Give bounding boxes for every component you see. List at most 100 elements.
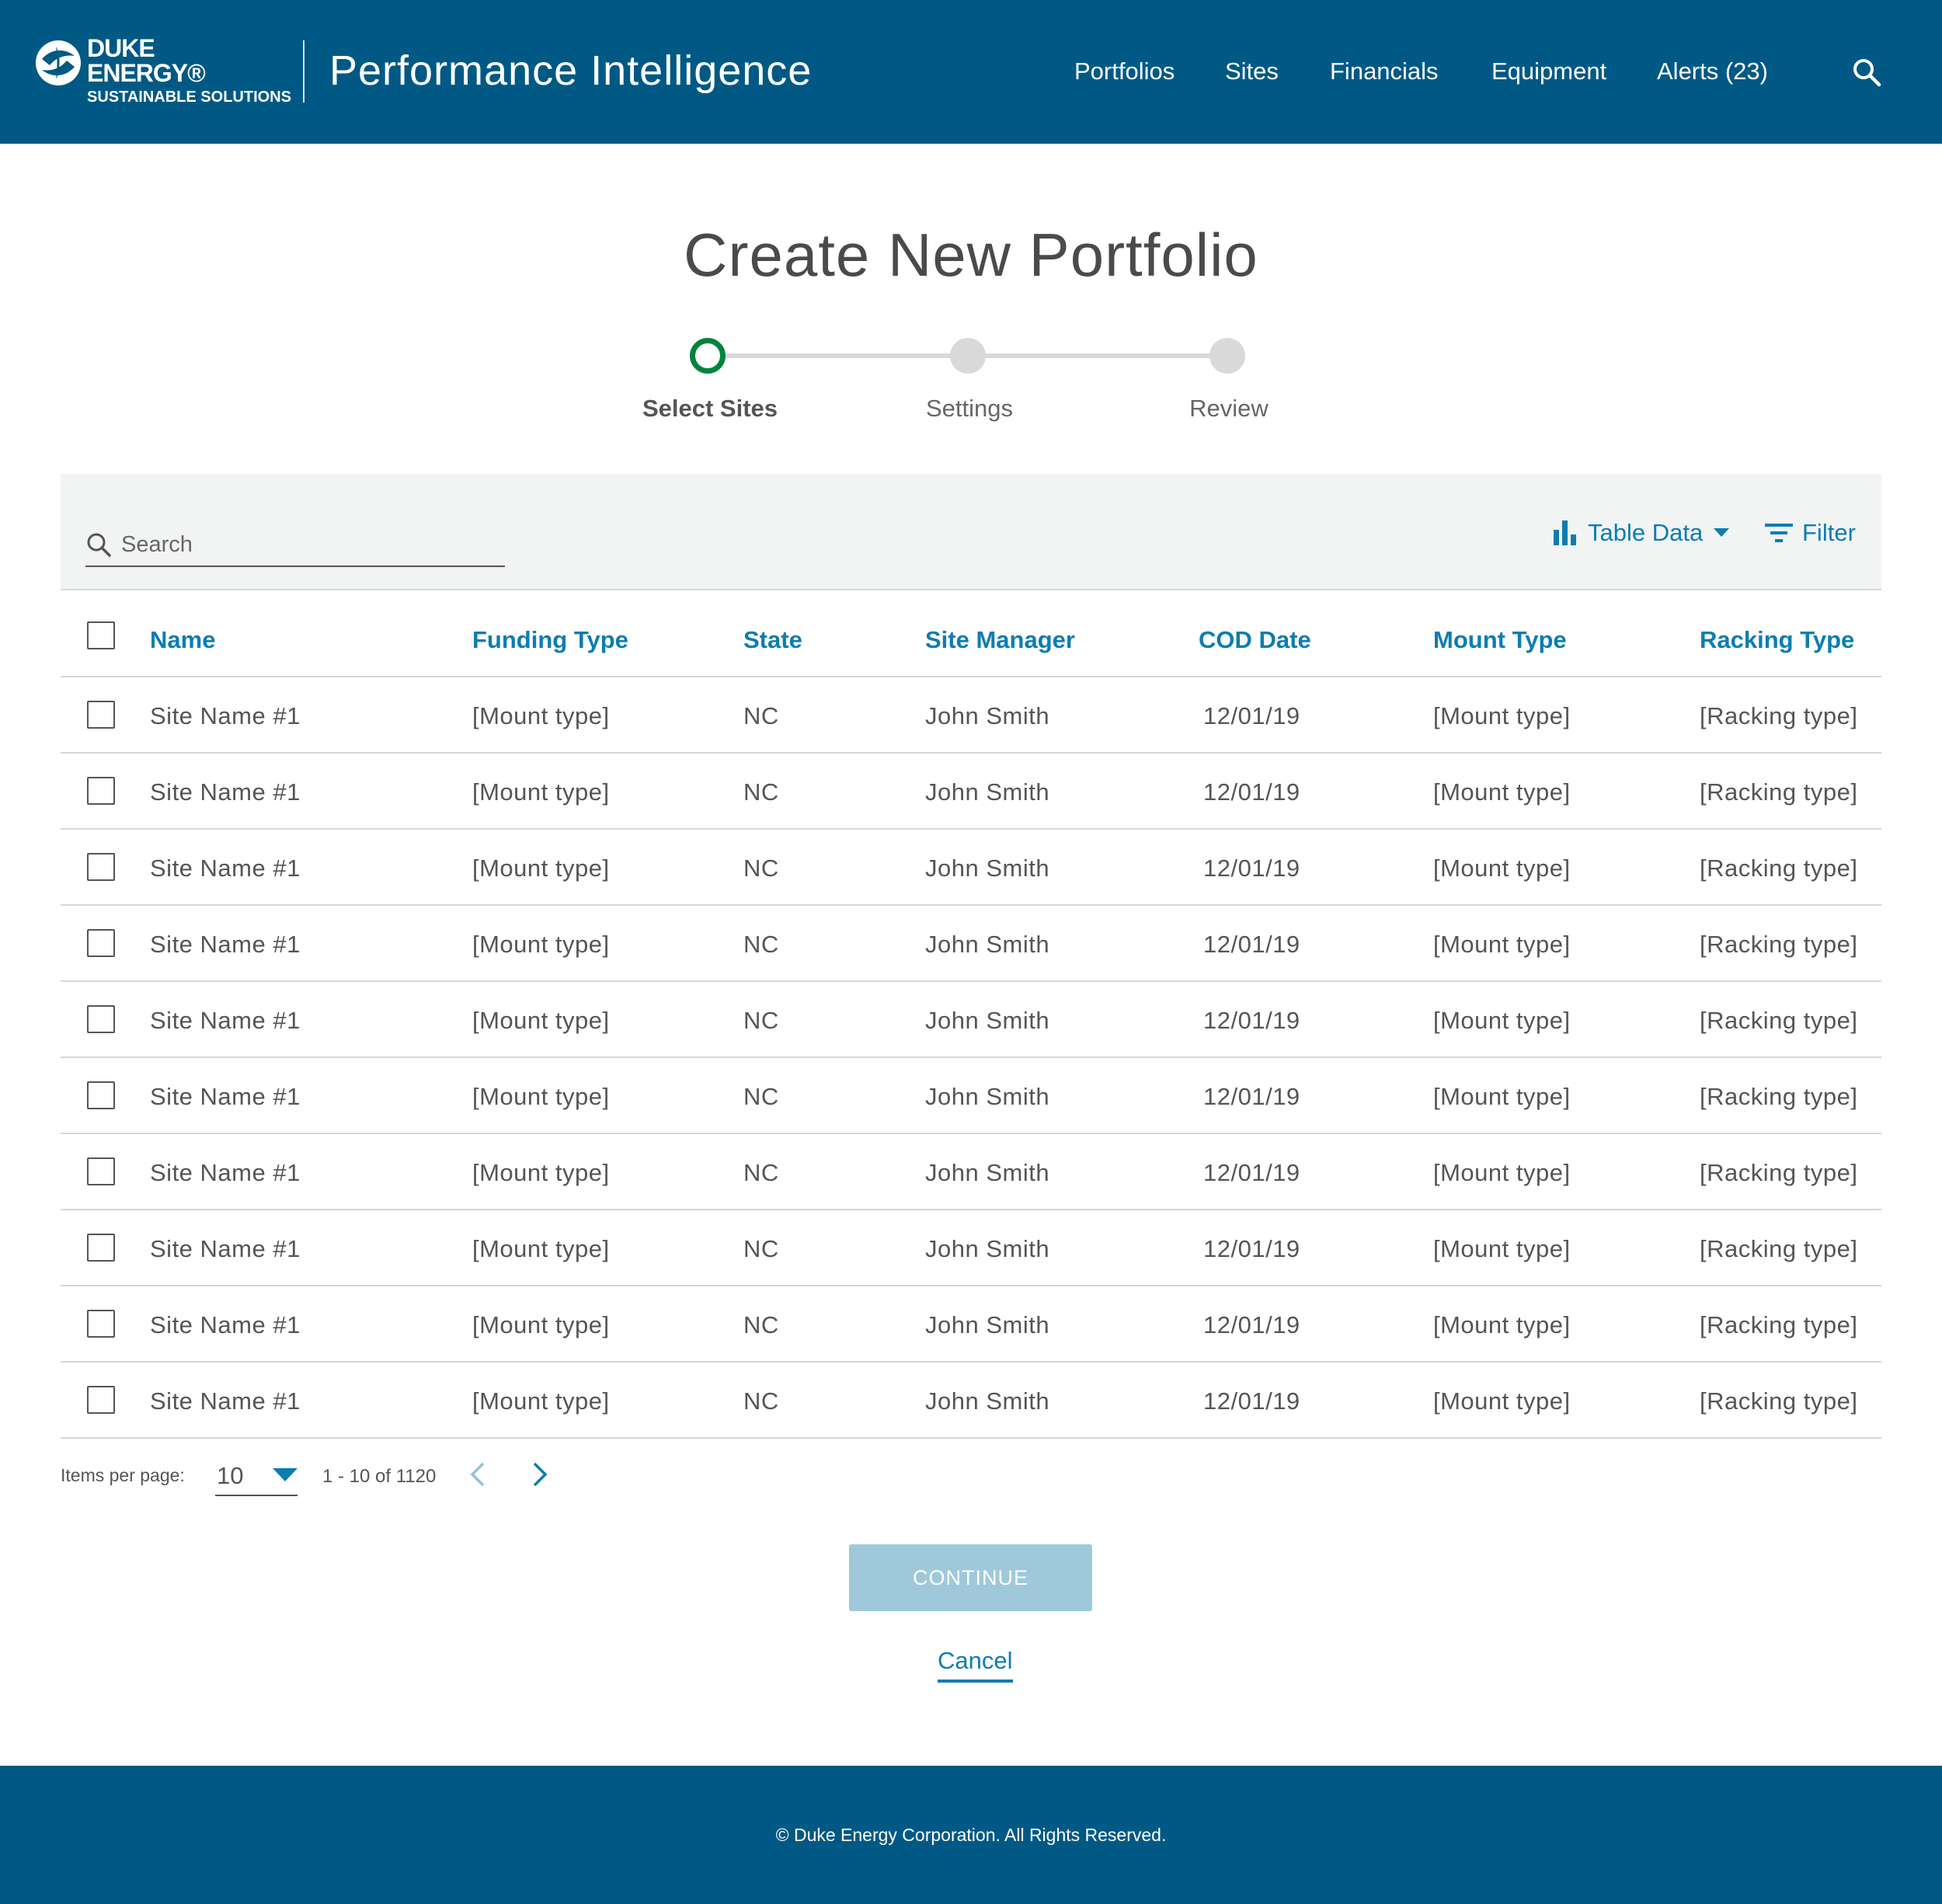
items-per-page-label: Items per page: bbox=[61, 1465, 185, 1485]
column-header-mount-type[interactable]: Mount Type bbox=[1433, 625, 1567, 656]
nav-equipment[interactable]: Equipment bbox=[1491, 56, 1606, 87]
nav-sites[interactable]: Sites bbox=[1225, 56, 1279, 87]
row-checkbox[interactable] bbox=[87, 1157, 115, 1185]
cell-racking-type: [Racking type] bbox=[1700, 1387, 1858, 1415]
table-row[interactable]: Site Name #1 [Mount type] NC John Smith 12/0… bbox=[61, 1363, 1881, 1439]
cell-name: Site Name #1 bbox=[150, 1311, 301, 1338]
duke-energy-logo-mark-icon bbox=[36, 40, 81, 85]
table-row[interactable]: Site Name #1 [Mount type] NC John Smith 12/0… bbox=[61, 677, 1881, 754]
row-checkbox[interactable] bbox=[87, 701, 115, 729]
row-checkbox[interactable] bbox=[87, 1234, 115, 1262]
cell-mount-type: [Mount type] bbox=[1433, 1007, 1571, 1034]
caret-down-icon bbox=[273, 1468, 298, 1481]
cell-site-manager: John Smith bbox=[925, 778, 1050, 806]
cell-racking-type: [Racking type] bbox=[1700, 1159, 1858, 1186]
cell-state: NC bbox=[743, 1235, 779, 1262]
row-checkbox[interactable] bbox=[87, 1386, 115, 1414]
search-icon[interactable] bbox=[1852, 57, 1881, 87]
duke-energy-logo[interactable]: DUKE ENERGY® SUSTAINABLE SOLUTIONS bbox=[34, 34, 291, 113]
step-label-select-sites: Select Sites bbox=[642, 395, 778, 422]
table-row[interactable]: Site Name #1 [Mount type] NC John Smith 12/0… bbox=[61, 1210, 1881, 1286]
cell-racking-type: [Racking type] bbox=[1700, 1311, 1858, 1338]
items-per-page-select[interactable]: 10 bbox=[215, 1457, 298, 1496]
cell-cod-date: 12/01/19 bbox=[1203, 778, 1300, 806]
cell-mount-type: [Mount type] bbox=[1433, 702, 1571, 729]
chevron-left-icon[interactable] bbox=[466, 1459, 489, 1490]
cell-funding-type: [Mount type] bbox=[472, 702, 610, 729]
cell-funding-type: [Mount type] bbox=[472, 855, 610, 882]
filter-icon bbox=[1765, 524, 1793, 542]
table-row[interactable]: Site Name #1 [Mount type] NC John Smith 12/0… bbox=[61, 1134, 1881, 1210]
cell-state: NC bbox=[743, 931, 779, 958]
row-checkbox[interactable] bbox=[87, 929, 115, 957]
nav-alerts[interactable]: Alerts (23) bbox=[1657, 56, 1768, 87]
table-data-dropdown[interactable]: Table Data bbox=[1552, 516, 1730, 550]
row-checkbox[interactable] bbox=[87, 777, 115, 805]
table-row[interactable]: Site Name #1 [Mount type] NC John Smith 12/0… bbox=[61, 1058, 1881, 1134]
table-row[interactable]: Site Name #1 [Mount type] NC John Smith 12/0… bbox=[61, 754, 1881, 830]
page-title: Create New Portfolio bbox=[684, 221, 1258, 289]
cell-funding-type: [Mount type] bbox=[472, 1083, 610, 1110]
column-header-state[interactable]: State bbox=[743, 625, 802, 656]
table-row[interactable]: Site Name #1 [Mount type] NC John Smith 12/0… bbox=[61, 982, 1881, 1058]
table-row[interactable]: Site Name #1 [Mount type] NC John Smith 12/0… bbox=[61, 906, 1881, 982]
table-row[interactable]: Site Name #1 [Mount type] NC John Smith 12/0… bbox=[61, 830, 1881, 906]
column-header-site-manager[interactable]: Site Manager bbox=[925, 625, 1075, 656]
cell-name: Site Name #1 bbox=[150, 1083, 301, 1110]
footer-copyright: © Duke Energy Corporation. All Rights Re… bbox=[775, 1825, 1167, 1845]
row-checkbox[interactable] bbox=[87, 1310, 115, 1338]
step-label-settings: Settings bbox=[925, 395, 1013, 422]
cell-state: NC bbox=[743, 1311, 779, 1338]
top-header: DUKE ENERGY® SUSTAINABLE SOLUTIONS Perfo… bbox=[0, 0, 1942, 144]
column-header-name[interactable]: Name bbox=[150, 625, 215, 656]
cell-cod-date: 12/01/19 bbox=[1203, 702, 1300, 729]
cell-name: Site Name #1 bbox=[150, 1007, 301, 1034]
cell-racking-type: [Racking type] bbox=[1700, 1235, 1858, 1262]
cell-state: NC bbox=[743, 778, 779, 806]
cell-site-manager: John Smith bbox=[925, 1311, 1050, 1338]
cell-funding-type: [Mount type] bbox=[472, 1235, 610, 1262]
sites-table: Name Funding Type State Site Manager COD… bbox=[61, 590, 1881, 1439]
cell-name: Site Name #1 bbox=[150, 1235, 301, 1262]
cell-racking-type: [Racking type] bbox=[1700, 778, 1858, 806]
select-all-checkbox[interactable] bbox=[87, 621, 115, 649]
cell-funding-type: [Mount type] bbox=[472, 1159, 610, 1186]
cell-cod-date: 12/01/19 bbox=[1203, 1083, 1300, 1110]
search-input[interactable] bbox=[121, 527, 494, 562]
cell-mount-type: [Mount type] bbox=[1433, 1387, 1571, 1415]
search-field[interactable] bbox=[85, 520, 505, 567]
cell-mount-type: [Mount type] bbox=[1433, 1235, 1571, 1262]
cell-site-manager: John Smith bbox=[925, 855, 1050, 882]
cell-racking-type: [Racking type] bbox=[1700, 1083, 1858, 1110]
cell-mount-type: [Mount type] bbox=[1433, 778, 1571, 806]
cell-racking-type: [Racking type] bbox=[1700, 855, 1858, 882]
continue-button[interactable]: CONTINUE bbox=[849, 1544, 1092, 1611]
cancel-link[interactable]: Cancel bbox=[938, 1645, 1013, 1683]
cell-site-manager: John Smith bbox=[925, 702, 1050, 729]
logo-text-duke: DUKE bbox=[87, 34, 155, 62]
nav-financials[interactable]: Financials bbox=[1330, 56, 1439, 87]
nav-portfolios[interactable]: Portfolios bbox=[1074, 56, 1175, 87]
cell-name: Site Name #1 bbox=[150, 855, 301, 882]
cell-mount-type: [Mount type] bbox=[1433, 855, 1571, 882]
column-header-funding-type[interactable]: Funding Type bbox=[472, 625, 628, 656]
row-checkbox[interactable] bbox=[87, 1005, 115, 1033]
cell-mount-type: [Mount type] bbox=[1433, 1159, 1571, 1186]
table-row[interactable]: Site Name #1 [Mount type] NC John Smith 12/0… bbox=[61, 1286, 1881, 1363]
cell-cod-date: 12/01/19 bbox=[1203, 931, 1300, 958]
row-checkbox[interactable] bbox=[87, 1081, 115, 1109]
header-divider bbox=[303, 40, 305, 103]
cell-site-manager: John Smith bbox=[925, 1007, 1050, 1034]
logo-text-subtitle: SUSTAINABLE SOLUTIONS bbox=[87, 89, 291, 106]
cell-cod-date: 12/01/19 bbox=[1203, 1235, 1300, 1262]
column-header-racking-type[interactable]: Racking Type bbox=[1700, 625, 1854, 656]
filter-button[interactable]: Filter bbox=[1765, 516, 1856, 550]
cell-cod-date: 12/01/19 bbox=[1203, 1007, 1300, 1034]
column-header-cod-date[interactable]: COD Date bbox=[1199, 625, 1311, 656]
cell-name: Site Name #1 bbox=[150, 778, 301, 806]
row-checkbox[interactable] bbox=[87, 853, 115, 881]
chevron-right-icon[interactable] bbox=[528, 1459, 552, 1490]
cell-funding-type: [Mount type] bbox=[472, 778, 610, 806]
bar-chart-icon bbox=[1554, 520, 1576, 545]
items-per-page-value: 10 bbox=[217, 1462, 244, 1489]
